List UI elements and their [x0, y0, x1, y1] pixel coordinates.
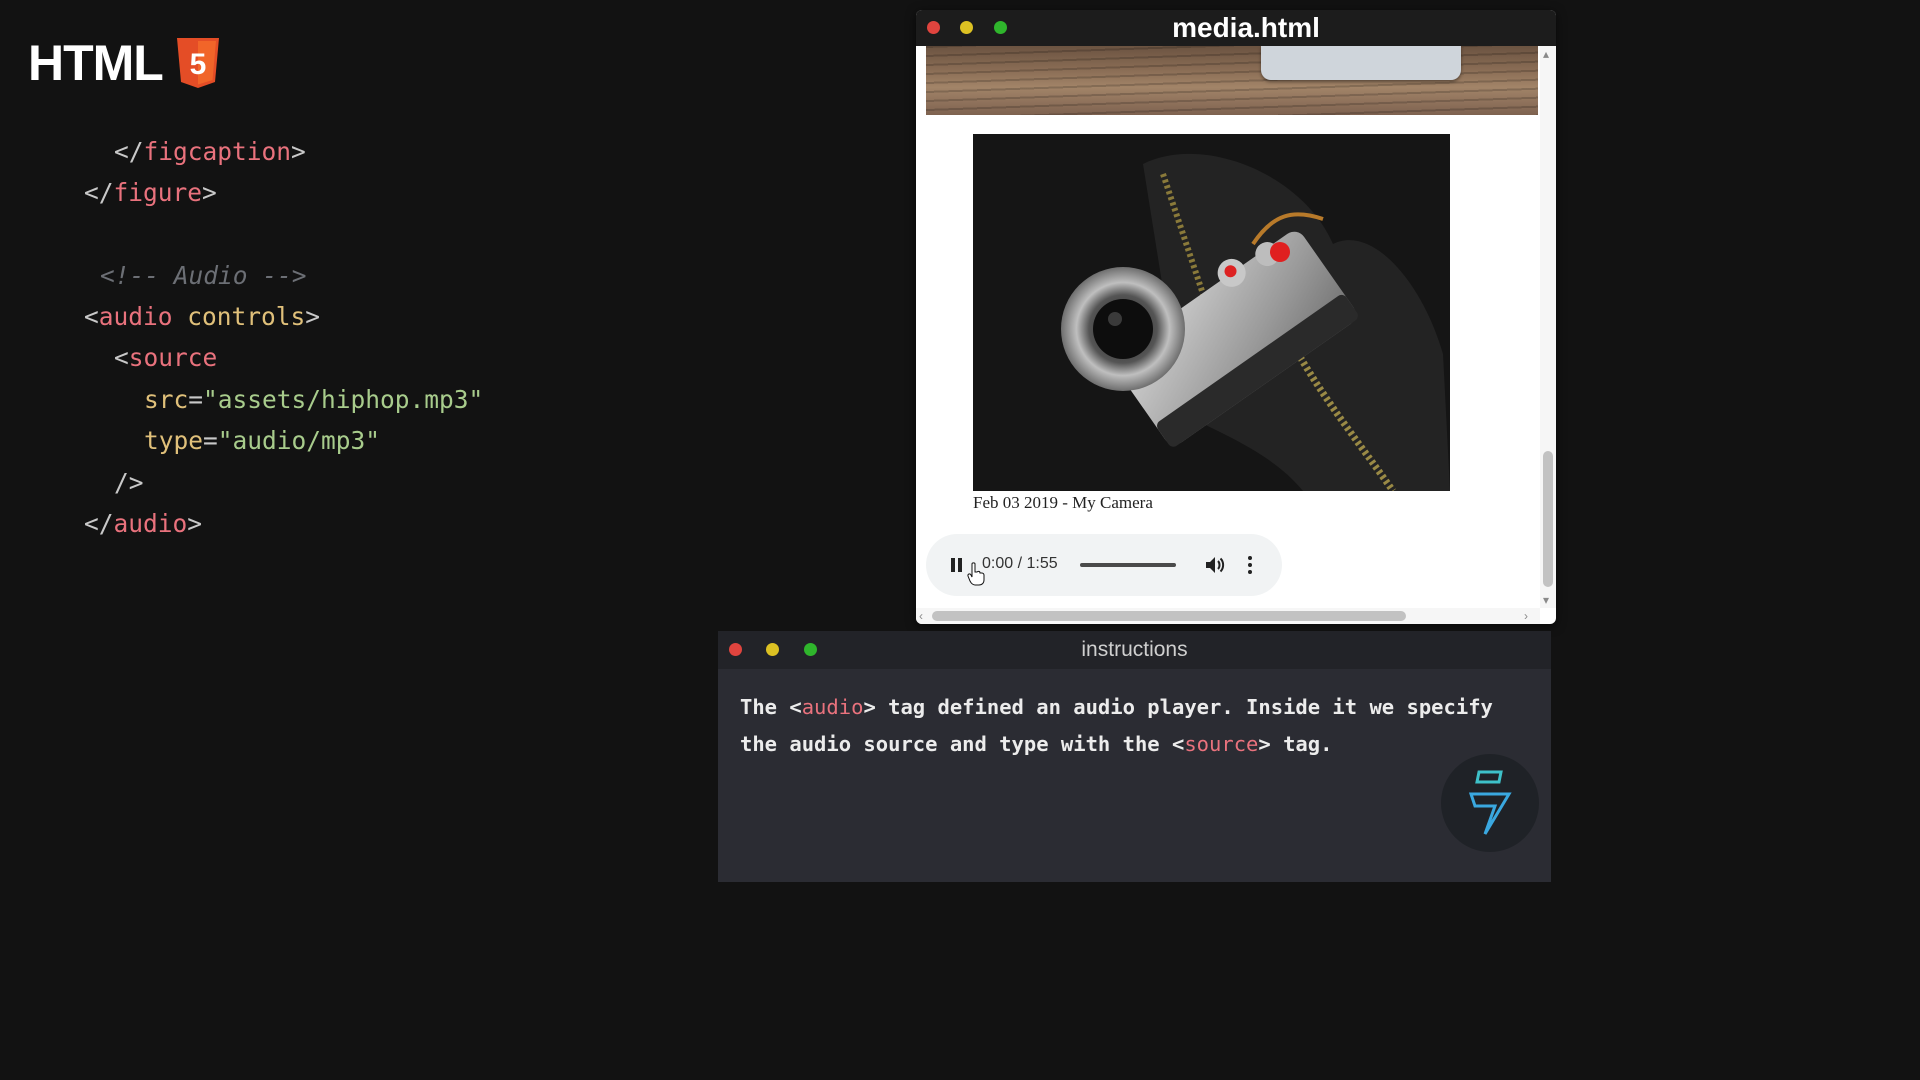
- brand-badge: [1441, 754, 1539, 852]
- browser-window: media.html Feb 03 2019 - My Camera 0:00 …: [916, 10, 1556, 624]
- vertical-scrollbar[interactable]: ▴ ▾: [1540, 46, 1556, 608]
- code-token: =: [203, 426, 218, 455]
- more-options-icon[interactable]: [1246, 555, 1254, 575]
- instructions-window: instructions The <audio> tag defined an …: [718, 631, 1551, 882]
- horizontal-scroll-thumb[interactable]: [932, 611, 1406, 621]
- code-line: <source: [114, 343, 217, 373]
- code-token: src: [144, 385, 189, 414]
- code-token: >: [305, 302, 321, 331]
- lightning-bolt-icon: [1468, 770, 1512, 835]
- code-token: <!-- Audio -->: [100, 261, 307, 290]
- code-token: >: [202, 178, 217, 207]
- logo-text: HTML: [28, 35, 164, 91]
- camera-illustration: [973, 134, 1450, 491]
- code-token: audio: [98, 302, 188, 331]
- code-token: />: [114, 468, 144, 497]
- instructions-title: instructions: [1081, 638, 1188, 661]
- browser-title: media.html: [1172, 12, 1320, 43]
- code-line: </figure>: [84, 178, 217, 208]
- code-line: <audio controls>: [84, 302, 320, 332]
- code-line: </audio>: [84, 509, 202, 539]
- volume-icon[interactable]: [1204, 555, 1226, 575]
- instructions-titlebar: instructions: [718, 631, 1551, 669]
- laptop-edge-image: [1261, 46, 1461, 80]
- html5-badge-digit: 5: [190, 48, 207, 81]
- code-line: <!-- Audio -->: [100, 261, 307, 291]
- audio-time: 0:00 / 1:55: [982, 555, 1058, 572]
- instructions-tag-name: audio: [801, 695, 864, 719]
- code-line: </figcaption>: [114, 137, 306, 167]
- code-token: type: [144, 426, 204, 455]
- code-token: figure: [113, 178, 203, 207]
- html5-shield-icon: 5: [176, 38, 219, 88]
- scroll-right-arrow-icon[interactable]: ›: [1524, 610, 1528, 622]
- instructions-text: The <audio> tag defined an audio player.…: [740, 689, 1540, 763]
- code-token: "assets/hiphop.mp3": [203, 385, 484, 414]
- code-token: <: [84, 302, 99, 331]
- code-token: =: [188, 385, 204, 414]
- instructions-text-segment: > tag.: [1258, 732, 1333, 756]
- scroll-left-arrow-icon[interactable]: ‹: [919, 610, 923, 622]
- camera-photo: [973, 134, 1450, 491]
- pause-icon[interactable]: [949, 556, 965, 574]
- code-token: </: [84, 178, 114, 207]
- code-line: />: [114, 468, 144, 498]
- code-token: </: [84, 509, 114, 538]
- code-line: src="assets/hiphop.mp3": [144, 385, 483, 415]
- vertical-scroll-thumb[interactable]: [1543, 451, 1553, 587]
- code-token: figcaption: [143, 137, 292, 166]
- browser-titlebar: media.html: [916, 10, 1556, 46]
- scroll-down-arrow-icon[interactable]: ▾: [1543, 594, 1549, 606]
- code-line: type="audio/mp3": [144, 426, 380, 456]
- code-token: <: [114, 343, 129, 372]
- html-logo: HTML 5: [28, 34, 219, 92]
- code-token: </: [114, 137, 144, 166]
- audio-progress-slider[interactable]: [1080, 563, 1176, 567]
- code-token: controls: [187, 302, 306, 331]
- code-token: >: [291, 137, 306, 166]
- code-token: >: [187, 509, 203, 538]
- instructions-tag-name: source: [1184, 732, 1259, 756]
- code-token: "audio/mp3": [217, 426, 381, 455]
- audio-player[interactable]: 0:00 / 1:55: [926, 534, 1282, 596]
- figure-caption: Feb 03 2019 - My Camera: [973, 493, 1153, 512]
- horizontal-scrollbar[interactable]: ‹ ›: [916, 608, 1540, 624]
- instructions-text-segment: The <: [740, 695, 802, 719]
- code-token: source: [128, 343, 218, 372]
- code-token: audio: [113, 509, 188, 538]
- scroll-up-arrow-icon[interactable]: ▴: [1543, 48, 1549, 60]
